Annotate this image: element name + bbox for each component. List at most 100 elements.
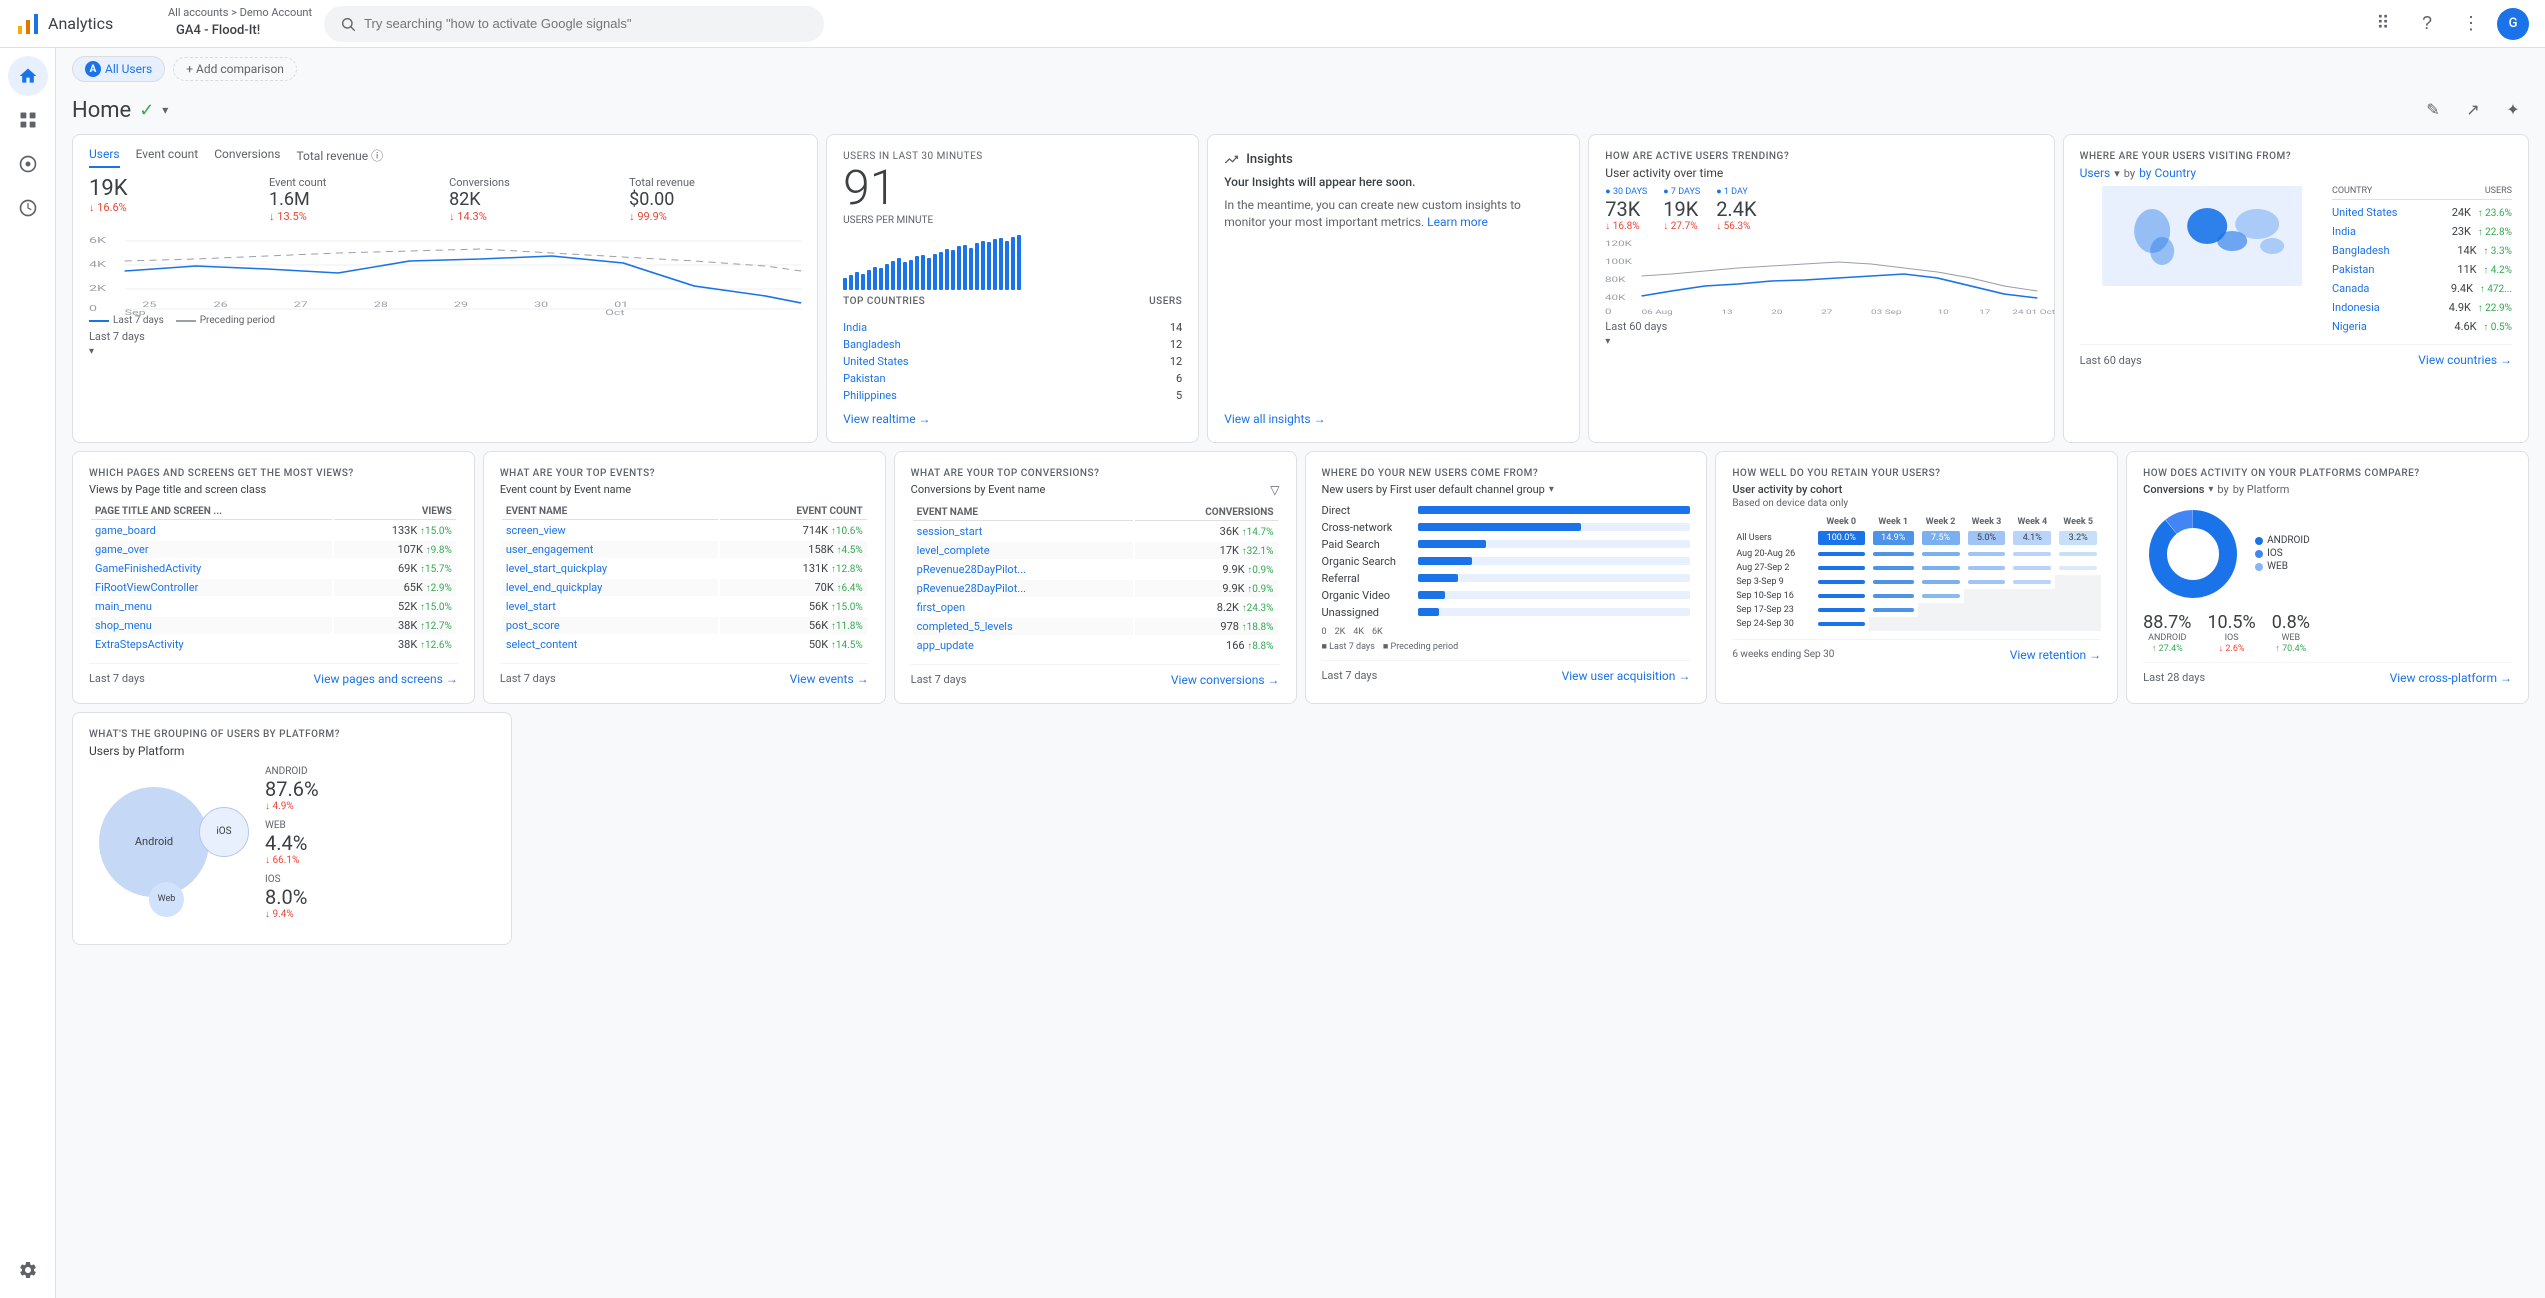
country-india[interactable]: India xyxy=(843,321,867,334)
map-selector-users[interactable]: Users xyxy=(2080,166,2111,180)
view-countries-link[interactable]: View countries → xyxy=(2418,353,2512,367)
android-stat-value: 87.6% xyxy=(265,777,319,801)
nav-icons: ⠿ ? ⋮ G xyxy=(2365,6,2529,42)
search-input[interactable] xyxy=(364,16,808,31)
bar-segment xyxy=(927,258,931,290)
ct-us[interactable]: United States xyxy=(2332,206,2452,219)
bar-row-unassigned: Unassigned xyxy=(1322,606,1691,619)
pages-date-range[interactable]: Last 7 days xyxy=(89,672,145,685)
edit-button[interactable]: ✎ xyxy=(2417,94,2449,126)
country-pakistan[interactable]: Pakistan xyxy=(843,372,885,385)
tab-conversions[interactable]: Conversions xyxy=(214,147,280,168)
view-crossplatform-link[interactable]: View cross-platform → xyxy=(2390,671,2512,685)
android-label: ANDROID xyxy=(2143,633,2191,643)
country-bangladesh[interactable]: Bangladesh xyxy=(843,338,901,351)
donut-legend-ios: IOS xyxy=(2255,548,2310,559)
ct-bangladesh[interactable]: Bangladesh xyxy=(2332,244,2457,257)
metric-users-value: 19K xyxy=(89,176,261,201)
active-users-date-range[interactable]: Last 60 days xyxy=(1605,320,2037,333)
view-retention-link[interactable]: View retention → xyxy=(2010,648,2101,662)
property-selector[interactable]: GA4 - Flood-It! xyxy=(168,19,312,42)
view-acquisition-link[interactable]: View user acquisition → xyxy=(1562,669,1691,683)
events-col-count: EVENT COUNT xyxy=(720,504,867,520)
user-avatar[interactable]: G xyxy=(2497,8,2529,40)
svg-text:03 Sep: 03 Sep xyxy=(1871,309,1902,316)
view-realtime-link[interactable]: View realtime → xyxy=(843,404,1182,426)
more-options-button[interactable]: ⋮ xyxy=(2453,6,2489,42)
android-change: ↑ 27.4% xyxy=(2143,643,2191,654)
cohort-col-w3: Week 3 xyxy=(1964,515,2010,529)
world-map-card: WHERE ARE YOUR USERS VISITING FROM? User… xyxy=(2063,134,2529,443)
metric-conversions-label: Conversions xyxy=(449,176,621,189)
stat-1day-value: 2.4K xyxy=(1716,197,1756,221)
ct-pakistan-value: 11K ↑ 4.2% xyxy=(2457,263,2512,276)
svg-text:20: 20 xyxy=(1772,309,1784,316)
filter-icon[interactable]: ▽ xyxy=(1270,483,1279,497)
tab-total-revenue[interactable]: Total revenue ⓘ xyxy=(296,147,383,168)
view-events-link[interactable]: View events → xyxy=(790,672,869,686)
realtime-bar-chart xyxy=(843,230,1182,290)
sidebar-item-reports[interactable] xyxy=(8,100,48,140)
metric-events-change: ↓ 13.5% xyxy=(269,210,441,223)
view-all-insights-link[interactable]: View all insights → xyxy=(1224,412,1563,426)
ct-pakistan[interactable]: Pakistan xyxy=(2332,263,2457,276)
legend-preceding: Preceding period xyxy=(176,315,275,326)
platform-date-range[interactable]: Last 28 days xyxy=(2143,671,2205,684)
map-selector-country[interactable]: by Country xyxy=(2139,166,2196,180)
ct-nigeria[interactable]: Nigeria xyxy=(2332,320,2454,333)
country-us[interactable]: United States xyxy=(843,355,908,368)
new-users-header: New users by First user default channel … xyxy=(1322,483,1691,496)
tab-event-count[interactable]: Event count xyxy=(136,147,199,168)
realtime-card: USERS IN LAST 30 MINUTES 91 USERS PER MI… xyxy=(826,134,1199,443)
tab-users[interactable]: Users xyxy=(89,147,120,168)
all-users-chip[interactable]: A All Users xyxy=(72,56,165,82)
add-comparison-button[interactable]: + Add comparison xyxy=(173,57,297,81)
platform-stats: 88.7% ANDROID ↑ 27.4% 10.5% IOS ↓ 2.6% 0… xyxy=(2143,612,2512,654)
sidebar-item-advertising[interactable] xyxy=(8,188,48,228)
table-row: first_open8.2K ↑24.3% xyxy=(913,599,1278,616)
map-date-range[interactable]: Last 60 days xyxy=(2080,354,2142,367)
customize-button[interactable]: ✦ xyxy=(2497,94,2529,126)
ct-indonesia[interactable]: Indonesia xyxy=(2332,301,2449,314)
share-button[interactable]: ↗ xyxy=(2457,94,2489,126)
view-pages-link[interactable]: View pages and screens → xyxy=(314,672,458,686)
ct-india[interactable]: India xyxy=(2332,225,2452,238)
search-bar[interactable] xyxy=(324,6,824,42)
sidebar-item-explore[interactable] xyxy=(8,144,48,184)
main-content: A All Users + Add comparison Home ✓ ▾ ✎ … xyxy=(56,48,2545,1298)
new-users-x-labels: 02K4K6K xyxy=(1322,627,1691,637)
android-bubble: Android xyxy=(99,787,209,897)
table-row: level_start_quickplay131K ↑12.8% xyxy=(502,560,867,577)
map-footer: Last 60 days View countries → xyxy=(2080,344,2512,367)
users-label: USERS xyxy=(1149,296,1182,307)
bar-segment xyxy=(885,264,889,290)
web-stat-change: ↓ 66.1% xyxy=(265,855,319,866)
active-users-card-title: User activity over time xyxy=(1605,166,2037,180)
advertising-icon xyxy=(18,198,38,218)
svg-text:Oct: Oct xyxy=(605,309,624,317)
bar-segment xyxy=(981,241,985,290)
overview-date-range[interactable]: Last 7 days xyxy=(89,330,801,343)
title-dropdown-icon[interactable]: ▾ xyxy=(162,103,168,117)
new-users-date-range[interactable]: Last 7 days xyxy=(1322,669,1378,682)
view-conversions-link[interactable]: View conversions → xyxy=(1171,673,1280,687)
sidebar-item-settings[interactable] xyxy=(8,1250,48,1290)
platform-card-title[interactable]: Conversions xyxy=(2143,483,2204,496)
apps-button[interactable]: ⠿ xyxy=(2365,6,2401,42)
events-date-range[interactable]: Last 7 days xyxy=(500,672,556,685)
country-philippines[interactable]: Philippines xyxy=(843,389,897,402)
conversions-date-range[interactable]: Last 7 days xyxy=(911,673,967,686)
metric-users: 19K ↓ 16.6% xyxy=(89,176,261,223)
ct-canada[interactable]: Canada xyxy=(2332,282,2451,295)
retention-card-title: User activity by cohort xyxy=(1732,483,2101,496)
sidebar-item-home[interactable] xyxy=(8,56,48,96)
ct-row-nigeria: Nigeria 4.6K ↑ 0.5% xyxy=(2332,317,2512,336)
cohort-col-w0: Week 0 xyxy=(1814,515,1869,529)
donut-legend: ANDROID IOS WEB xyxy=(2255,535,2310,572)
bar-segment xyxy=(975,243,979,289)
conversions-footer: Last 7 days View conversions → xyxy=(911,664,1280,687)
help-button[interactable]: ? xyxy=(2409,6,2445,42)
insights-learn-more[interactable]: Learn more xyxy=(1427,215,1488,229)
pages-card: WHICH PAGES AND SCREENS GET THE MOST VIE… xyxy=(72,451,475,704)
bar-segment xyxy=(843,278,847,290)
